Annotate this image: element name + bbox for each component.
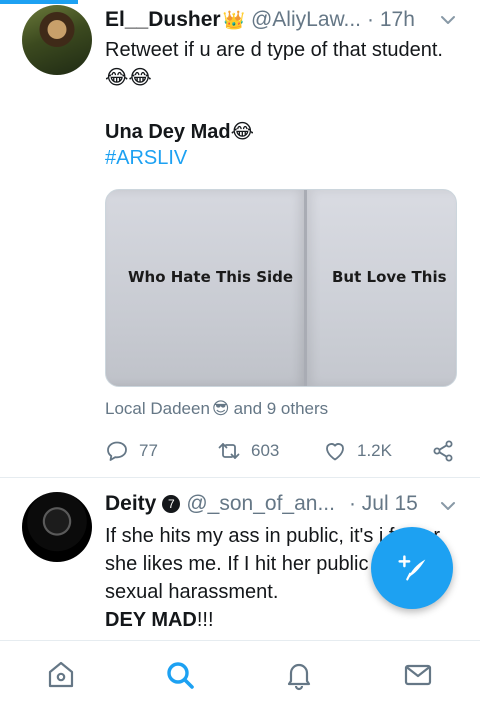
chevron-down-icon[interactable] <box>438 496 458 516</box>
liked-by[interactable]: Local Dadeen 😎 and 9 others <box>105 399 328 419</box>
tweet-text-bold: DEY MAD <box>105 609 197 631</box>
bottom-navigation <box>0 640 480 710</box>
tweet-image[interactable]: Who Hate This Side But Love This <box>105 189 457 387</box>
hashtag-link[interactable]: #ARSLIV <box>105 147 187 170</box>
retweet-count: 603 <box>251 441 280 460</box>
nav-notifications[interactable] <box>281 657 317 693</box>
image-text-right: But Love This <box>332 268 447 286</box>
liked-by-emoji: 😎 <box>211 399 230 418</box>
image-right-page <box>306 190 456 386</box>
nav-home[interactable] <box>43 657 79 693</box>
bell-icon <box>287 663 311 691</box>
like-count: 1.2K <box>357 441 392 460</box>
tweet-header: Deity 7 @_son_of_an... · Jul 15 <box>105 490 460 518</box>
tweet-actions: 77 603 1.2K <box>105 436 459 466</box>
timestamp[interactable]: · Jul 15 <box>349 492 418 516</box>
share-icon <box>433 440 453 462</box>
compose-button[interactable] <box>371 527 453 609</box>
image-left-page <box>106 190 306 386</box>
liked-by-name: Local Dadeen <box>105 399 210 418</box>
tweet-text-bold: Una Dey Mad😂 <box>105 121 254 143</box>
mail-icon <box>404 664 432 686</box>
display-name[interactable]: El__Dusher <box>105 8 221 32</box>
image-fold <box>304 190 307 386</box>
nav-search[interactable] <box>162 657 198 693</box>
timestamp[interactable]: · 17h <box>367 8 415 32</box>
liked-by-rest: and 9 others <box>233 399 329 418</box>
compose-icon <box>398 555 426 581</box>
avatar[interactable] <box>22 5 92 75</box>
reply-count: 77 <box>139 441 158 460</box>
avatar[interactable] <box>22 492 92 562</box>
tweet-text-tail: !!! <box>196 609 214 631</box>
image-text-left: Who Hate This Side <box>128 268 294 286</box>
tweet-header: El__Dusher 👑 @AliyLaw... · 17h <box>105 6 460 34</box>
nav-messages[interactable] <box>400 657 436 693</box>
tweet[interactable]: El__Dusher 👑 @AliyLaw... · 17h Retweet i… <box>0 0 480 478</box>
retweet-button[interactable]: 603 <box>217 436 279 466</box>
tweet-text: Retweet if u are d type of that student.… <box>105 39 443 89</box>
user-handle[interactable]: @AliyLaw... <box>251 8 361 32</box>
share-button[interactable] <box>431 436 465 466</box>
reply-icon <box>107 441 127 461</box>
badge-icon: 7 <box>162 495 181 513</box>
crown-emoji: 👑 <box>222 9 245 30</box>
home-icon <box>48 661 74 688</box>
chevron-down-icon[interactable] <box>438 10 458 30</box>
heart-icon <box>326 443 344 461</box>
reply-button[interactable]: 77 <box>105 436 158 466</box>
user-handle[interactable]: @_son_of_an... <box>186 492 335 516</box>
search-icon <box>167 662 194 689</box>
retweet-icon <box>218 443 240 459</box>
like-button[interactable]: 1.2K <box>323 436 392 466</box>
display-name[interactable]: Deity <box>105 492 156 516</box>
